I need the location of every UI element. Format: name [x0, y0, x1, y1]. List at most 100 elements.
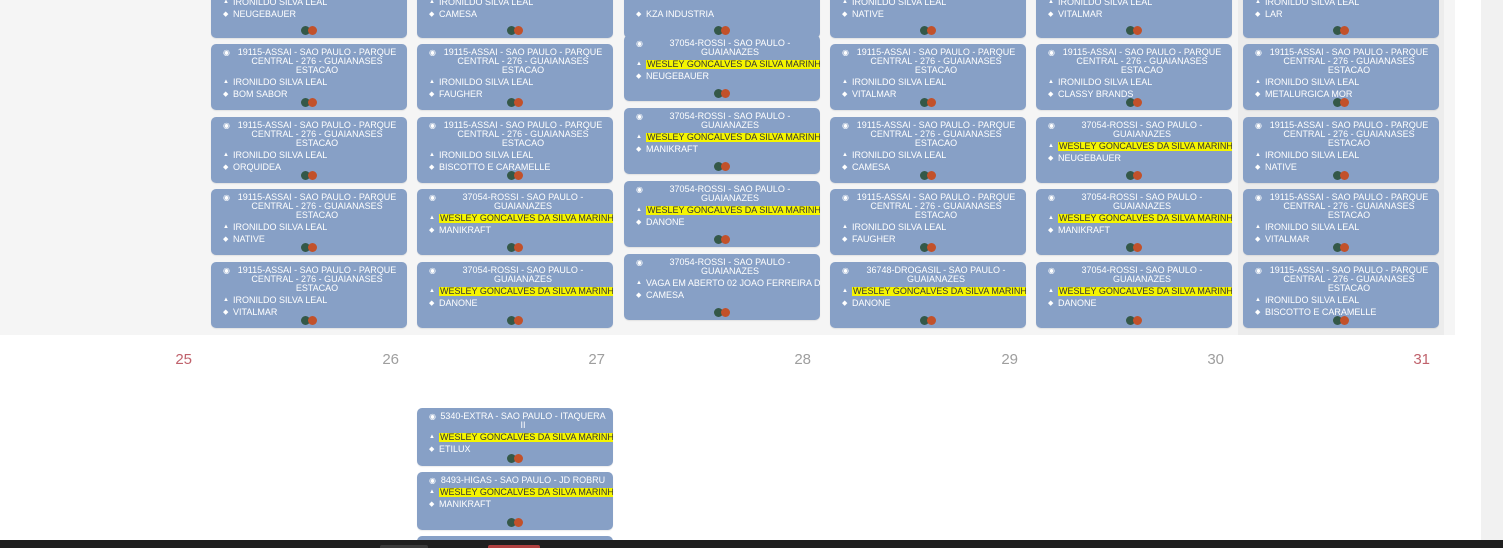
event-card[interactable]: ◉ 37054-ROSSI - SAO PAULO - GUAIANAZES ▲ WE… [417, 189, 613, 255]
event-card[interactable]: ◉ 19115-ASSAI - SAO PAULO - PARQUE CENTRA… [1036, 44, 1232, 110]
event-person-row: ▲ IRONILDO SILVA LEAL [1255, 223, 1433, 232]
event-person-row: ▲ IRONILDO SILVA LEAL [223, 78, 401, 87]
event-loc-row: ◉ 19115-ASSAI - SAO PAULO - PARQUE CENTRA… [1255, 266, 1433, 293]
person-icon: ▲ [223, 79, 229, 85]
event-card[interactable]: ◉ 19115-ASSAI - SAO PAULO - PARQUE CENTRA… [830, 117, 1026, 183]
event-card[interactable]: ◉ 5340-EXTRA - SAO PAULO - ITAQUERA II ▲ WE… [417, 408, 613, 466]
event-card[interactable]: ◉ 19115-ASSAI - SAO PAULO - PARQUE CENTRA… [417, 117, 613, 183]
event-brand-text: MANIKRAFT [1058, 225, 1111, 235]
tag-icon: ◆ [429, 164, 435, 171]
day-number-29[interactable]: 29 [988, 351, 1018, 368]
event-loc-row: ◉ 37054-ROSSI - SAO PAULO - GUAIANAZES [429, 266, 607, 284]
event-card[interactable]: ▲ IRONILDO SILVA LEAL ◆ VITALMAR [1036, 0, 1232, 38]
map-pin-icon: ◉ [636, 39, 643, 48]
event-loc-text: 8493-HIGAS - SAO PAULO - JD ROBRU [440, 475, 606, 485]
event-card[interactable]: ◉ 19115-ASSAI - SAO PAULO - PARQUE CENTRA… [211, 262, 407, 328]
event-person-text: IRONILDO SILVA LEAL [852, 222, 947, 232]
event-card[interactable]: ◉ 37054-ROSSI - SAO PAULO - GUAIANAZES ▲ WE… [624, 108, 820, 174]
event-card[interactable]: ◉ 37054-ROSSI - SAO PAULO - GUAIANAZES ▲ WE… [417, 262, 613, 328]
event-loc-row: ◉ 19115-ASSAI - SAO PAULO - PARQUE CENTRA… [223, 193, 401, 220]
status-dot-orange [721, 162, 730, 171]
status-dots [507, 26, 523, 35]
event-card[interactable]: ▲ IRONILDO SILVA LEAL ◆ NATIVE [830, 0, 1026, 38]
event-loc-text: 37054-ROSSI - SAO PAULO - GUAIANAZES [1081, 120, 1203, 139]
event-person-text: IRONILDO SILVA LEAL [233, 295, 328, 305]
event-card[interactable]: ◉ 37054-ROSSI - SAO PAULO - GUAIANAZES ▲ WE… [1036, 117, 1232, 183]
event-card[interactable]: ◉ 19115-ASSAI - SAO PAULO - PARQUE CENTRA… [211, 189, 407, 255]
event-card[interactable]: ◉ 37054-ROSSI - SAO PAULO - GUAIANAZES ▲ WE… [624, 181, 820, 247]
event-brand-text: DANONE [439, 298, 478, 308]
person-icon: ▲ [1255, 224, 1261, 230]
event-brand-text: NEUGEBAUER [646, 71, 710, 81]
event-card[interactable]: ◉ 19115-ASSAI - SAO PAULO - PARQUE CENTRA… [830, 44, 1026, 110]
event-person-text: IRONILDO SILVA LEAL [439, 77, 534, 87]
status-dots [714, 308, 730, 317]
status-dots [301, 98, 317, 107]
vertical-scrollbar[interactable] [1481, 0, 1503, 548]
event-card[interactable]: ◉ 37054-ROSSI - SAO PAULO - GUAIANAZES ▲ WE… [624, 35, 820, 101]
tag-icon: ◆ [1255, 309, 1261, 316]
event-person-text: IRONILDO SILVA LEAL [1265, 150, 1360, 160]
event-loc-row: ◉ 19115-ASSAI - SAO PAULO - PARQUE CENTRA… [842, 121, 1020, 148]
day-number-31[interactable]: 31 [1400, 351, 1430, 368]
event-card[interactable]: ◉ 19115-ASSAI - SAO PAULO - PARQUE CENTRA… [211, 44, 407, 110]
status-dot-orange [721, 235, 730, 244]
event-card[interactable]: ◉ 19115-ASSAI - SAO PAULO - PARQUE CENTRA… [417, 44, 613, 110]
event-loc-text: 19115-ASSAI - SAO PAULO - PARQUE CENTRAL… [1269, 47, 1429, 75]
status-dot-orange [1340, 26, 1349, 35]
event-person-row: ▲ IRONILDO SILVA LEAL [429, 78, 607, 87]
event-brand-text: LAR [1265, 9, 1283, 19]
map-pin-icon: ◉ [429, 476, 436, 485]
status-dot-orange [514, 171, 523, 180]
status-dots [301, 26, 317, 35]
event-card[interactable]: ◉ 37054-ROSSI - SAO PAULO - GUAIANAZES ▲ VA… [624, 254, 820, 320]
event-card[interactable]: ◉ 19115-ASSAI - SAO PAULO - PARQUE CENTRA… [1243, 44, 1439, 110]
event-brand-text: BISCOTTO E CARAMELLE [1265, 307, 1377, 317]
day-number-26[interactable]: 26 [369, 351, 399, 368]
event-card[interactable]: ◉ 19115-ASSAI - SAO PAULO - PARQUE CENTRA… [830, 189, 1026, 255]
event-brand-row: ◆ DANONE [1048, 299, 1226, 308]
event-brand-text: NATIVE [852, 9, 884, 19]
status-dot-orange [927, 98, 936, 107]
status-dots [507, 316, 523, 325]
day-number-27[interactable]: 27 [575, 351, 605, 368]
tag-icon: ◆ [1048, 155, 1054, 162]
day-number-25[interactable]: 25 [162, 351, 192, 368]
event-person-text: IRONILDO SILVA LEAL [1265, 295, 1360, 305]
event-person-row: ▲ WESLEY GONCALVES DA SILVA MARINHO [636, 60, 820, 69]
event-card[interactable]: ◉ 19115-ASSAI - SAO PAULO - PARQUE CENTRA… [1243, 262, 1439, 328]
event-card[interactable]: ▲ IRONILDO SILVA LEAL ◆ NEUGEBAUER [211, 0, 407, 38]
tag-icon: ◆ [636, 73, 642, 80]
event-brand-row: ◆ DANONE [636, 218, 814, 227]
event-card[interactable]: ▲ IRONILDO SILVA LEAL ◆ LAR [1243, 0, 1439, 38]
event-brand-text: MANIKRAFT [439, 225, 492, 235]
event-loc-row: ◉ 19115-ASSAI - SAO PAULO - PARQUE CENTRA… [842, 193, 1020, 220]
event-brand-row: ◆ KZA INDUSTRIA [636, 10, 814, 19]
map-pin-icon: ◉ [1048, 193, 1055, 202]
status-dot-orange [514, 26, 523, 35]
status-dots [714, 26, 730, 35]
day-number-30[interactable]: 30 [1194, 351, 1224, 368]
event-brand-row: ◆ VITALMAR [1048, 10, 1226, 19]
event-brand-row: ◆ MANIKRAFT [429, 500, 607, 509]
status-dot-orange [927, 316, 936, 325]
day-number-28[interactable]: 28 [781, 351, 811, 368]
event-card[interactable]: ◆ KZA INDUSTRIA [624, 0, 820, 38]
event-card[interactable]: ◉ 37054-ROSSI - SAO PAULO - GUAIANAZES ▲ WE… [1036, 189, 1232, 255]
map-pin-icon: ◉ [223, 121, 230, 130]
event-card[interactable]: ▲ IRONILDO SILVA LEAL ◆ CAMESA [417, 0, 613, 38]
event-person-text: IRONILDO SILVA LEAL [1265, 222, 1360, 232]
event-card[interactable]: ◉ 19115-ASSAI - SAO PAULO - PARQUE CENTRA… [1243, 189, 1439, 255]
event-card[interactable]: ◉ 8493-HIGAS - SAO PAULO - JD ROBRU ▲ WESLE… [417, 472, 613, 530]
status-dots [1333, 26, 1349, 35]
event-loc-row: ◉ 37054-ROSSI - SAO PAULO - GUAIANAZES [1048, 193, 1226, 211]
event-card[interactable]: ◉ 37054-ROSSI - SAO PAULO - GUAIANAZES ▲ WE… [1036, 262, 1232, 328]
event-card[interactable]: ◉ 19115-ASSAI - SAO PAULO - PARQUE CENTRA… [1243, 117, 1439, 183]
event-loc-row: ◉ 37054-ROSSI - SAO PAULO - GUAIANAZES [1048, 121, 1226, 139]
person-icon: ▲ [842, 152, 848, 158]
event-person-text: WESLEY GONCALVES DA SILVA MARINHO [439, 287, 613, 296]
person-icon: ▲ [1048, 288, 1054, 294]
status-dot-orange [1133, 171, 1142, 180]
event-card[interactable]: ◉ 36748-DROGASIL - SAO PAULO - GUAIANAZES… [830, 262, 1026, 328]
event-card[interactable]: ◉ 19115-ASSAI - SAO PAULO - PARQUE CENTRA… [211, 117, 407, 183]
